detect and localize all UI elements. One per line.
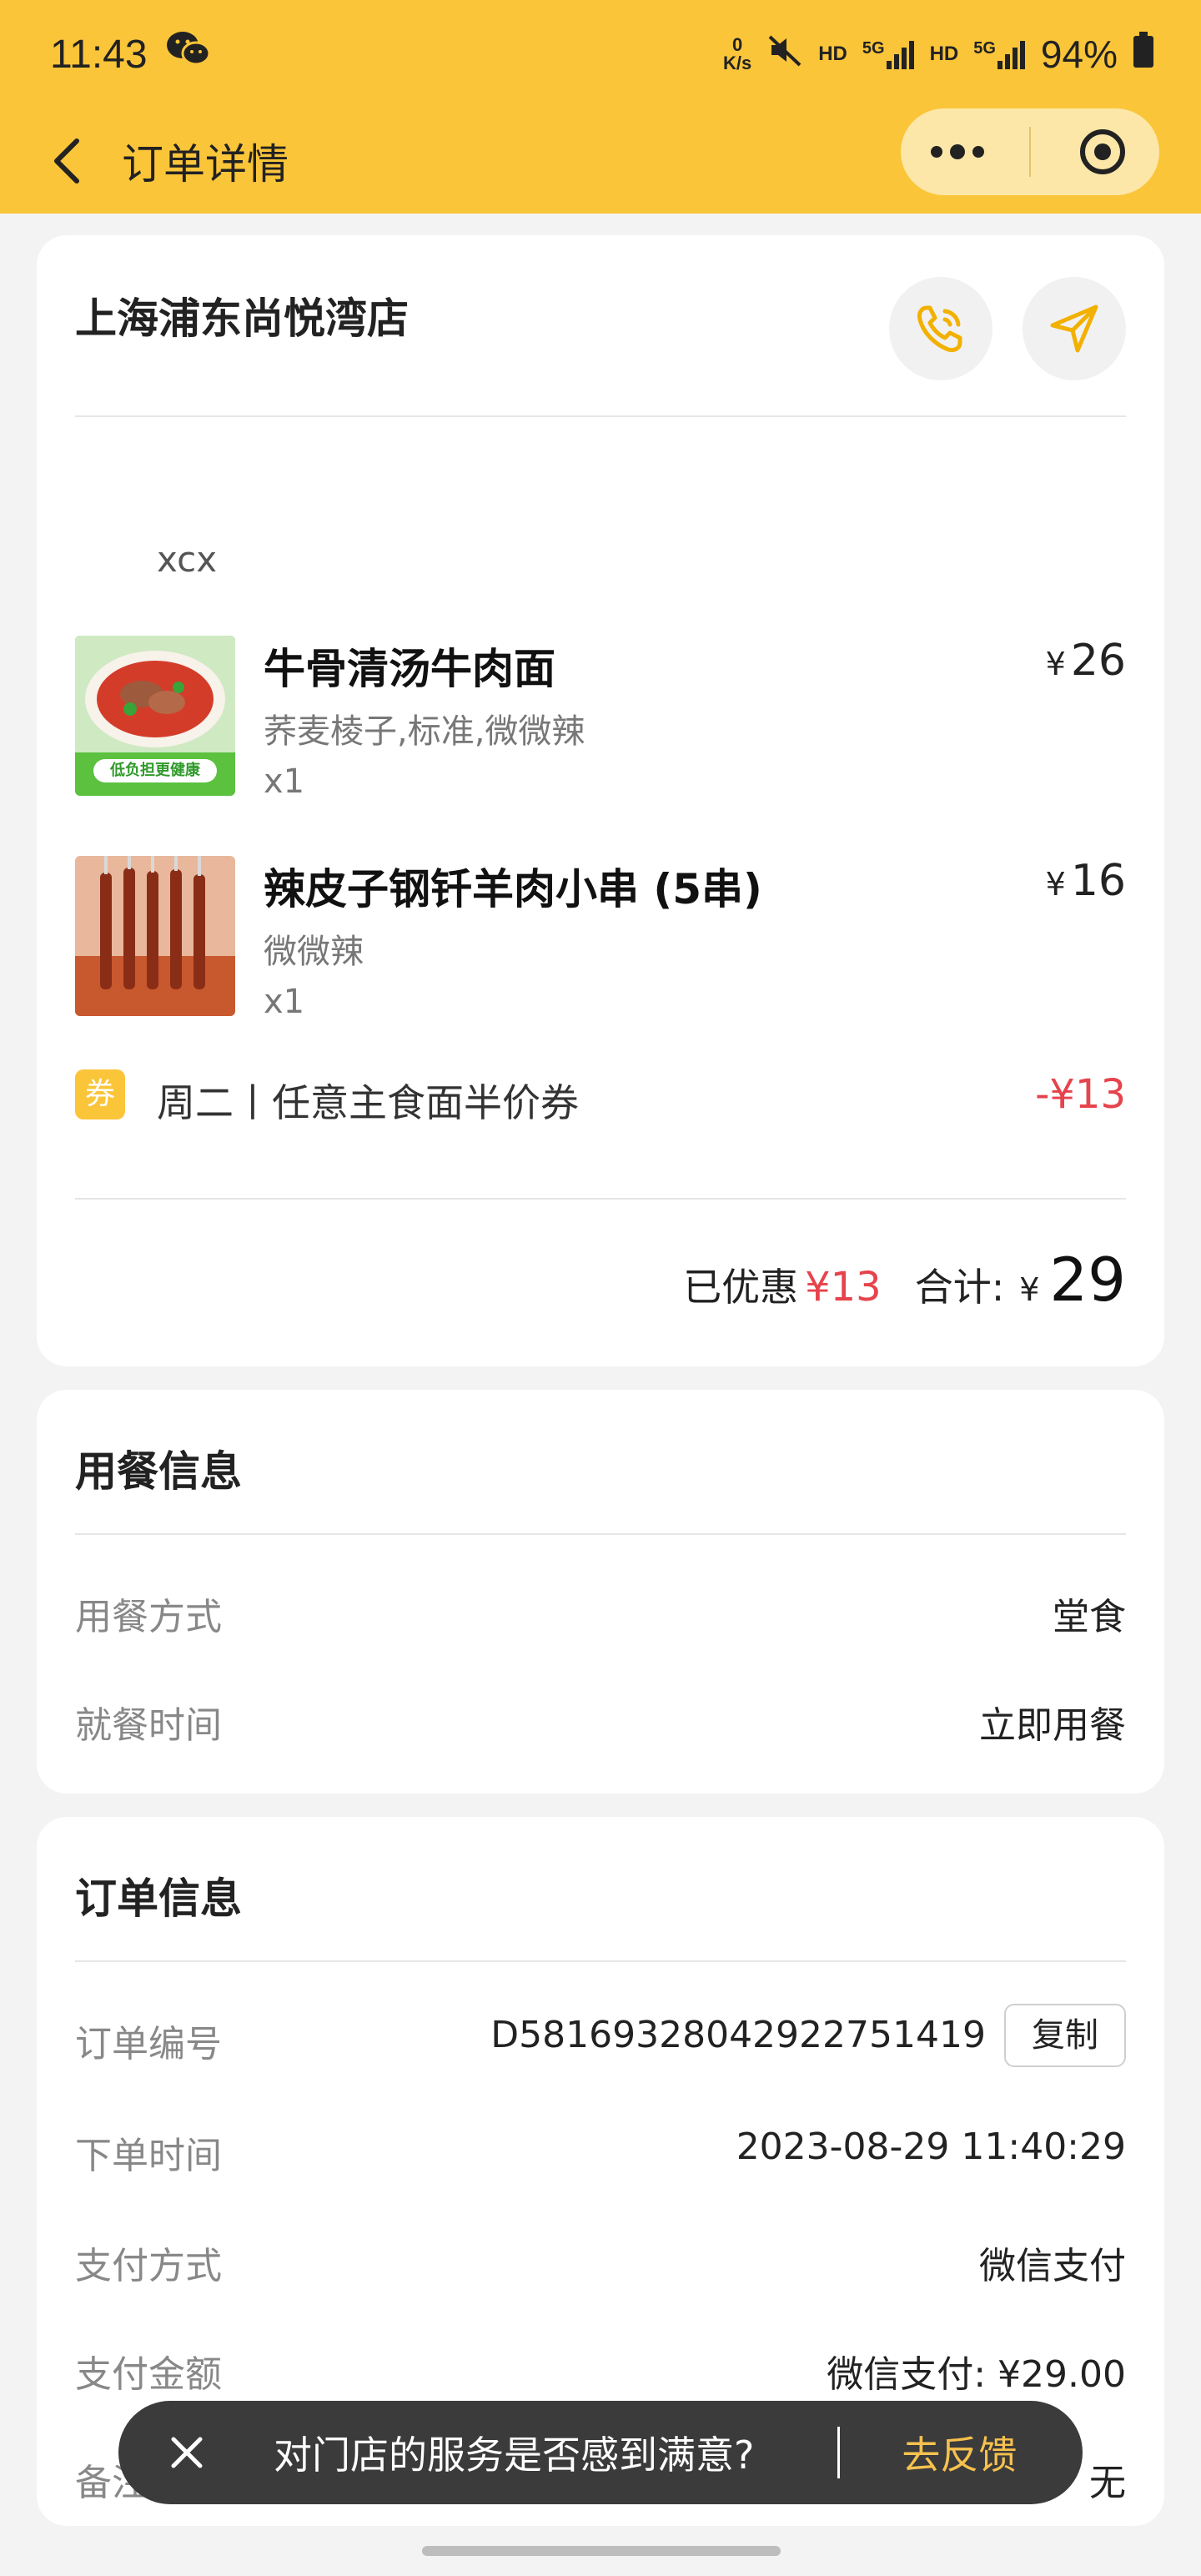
item-name: 牛骨清汤牛肉面: [264, 645, 555, 693]
go-feedback-button[interactable]: 去反馈: [902, 2425, 1017, 2480]
item-thumbnail: [75, 856, 235, 1016]
coupon-name: 周二丨任意主食面半价券: [157, 1080, 579, 1125]
payment-amount-label: 支付金额: [75, 2353, 222, 2396]
chevron-left-icon: [54, 138, 79, 184]
total-label: 合计:: [914, 1265, 1005, 1310]
divider: [75, 1960, 1126, 1962]
total-value: 29: [1049, 1245, 1126, 1315]
thumbnail-caption: 低负担更健康: [110, 762, 200, 779]
navigation-arrow-icon: [1050, 304, 1098, 353]
item-quantity: x1: [264, 762, 305, 801]
payment-method-value: 微信支付: [979, 2245, 1126, 2287]
dining-method-label: 用餐方式: [75, 1596, 222, 1638]
back-button[interactable]: [33, 128, 100, 194]
total-currency: ¥: [1019, 1271, 1040, 1308]
item-name: 辣皮子钢钎羊肉小串 (5串): [264, 865, 762, 913]
order-number-value: D58169328042922751419: [490, 2014, 986, 2056]
close-icon: [171, 2437, 203, 2468]
item-price: ¥16: [1045, 856, 1126, 906]
target-icon: [1080, 129, 1125, 174]
mini-program-capsule: [901, 108, 1159, 195]
store-name: 上海浦东尚悦湾店: [75, 294, 409, 343]
order-number-label: 订单编号: [75, 2023, 222, 2065]
dining-time-label: 就餐时间: [75, 1704, 222, 1747]
more-button[interactable]: [916, 114, 999, 189]
feedback-question: 对门店的服务是否感到满意?: [274, 2433, 755, 2478]
divider: [75, 415, 1126, 417]
divider: [75, 1198, 1126, 1200]
order-time-label: 下单时间: [75, 2135, 222, 2177]
dining-method-value: 堂食: [1053, 1596, 1126, 1638]
payment-amount-value: 微信支付: ¥29.00: [827, 2353, 1126, 2396]
close-mini-program-button[interactable]: [1061, 114, 1144, 189]
item-price: ¥26: [1045, 636, 1126, 686]
discount-value: ¥13: [805, 1264, 882, 1311]
remark-value: 无: [1089, 2462, 1126, 2504]
battery-percent: 94%: [1040, 33, 1118, 76]
hd-badge-2: HD: [929, 43, 959, 65]
status-bar: 11:43 0 K/s HD 5G HD 5G 94%: [0, 0, 1201, 108]
order-item: 低负担更健康 牛骨清汤牛肉面 荞麦棱子,标准,微微辣 x1 ¥26: [75, 636, 1126, 802]
hd-badge-1: HD: [818, 43, 847, 65]
item-spec: 微微辣: [264, 933, 364, 971]
feedback-toast: 对门店的服务是否感到满意? 去反馈: [118, 2401, 1083, 2504]
signal-icon-2: 5G: [973, 39, 1026, 69]
home-indicator[interactable]: [422, 2546, 781, 2556]
item-spec: 荞麦棱子,标准,微微辣: [264, 712, 585, 751]
copy-order-number-button[interactable]: 复制: [1004, 2004, 1126, 2067]
net-speed: 0 K/s: [722, 34, 752, 73]
status-time: 11:43: [50, 32, 148, 77]
discount-label: 已优惠: [683, 1265, 799, 1310]
nav-bar: 订单详情: [0, 108, 1201, 214]
item-thumbnail: 低负担更健康: [75, 636, 235, 796]
order-time-value: 2023-08-29 11:40:29: [736, 2126, 1126, 2168]
capsule-divider: [1029, 127, 1031, 177]
dining-info-card: 用餐信息 用餐方式 堂食 就餐时间 立即用餐: [37, 1390, 1164, 1794]
coupon-badge: 券: [75, 1069, 125, 1119]
signal-icon-1: 5G: [862, 39, 915, 69]
wechat-icon: [166, 30, 211, 78]
coupon-row: 券 周二丨任意主食面半价券 -¥13: [75, 1069, 1126, 1125]
order-item: 辣皮子钢钎羊肉小串 (5串) 微微辣 x1 ¥16: [75, 856, 1126, 1023]
section-title: 订单信息: [75, 1874, 242, 1923]
toast-divider: [837, 2427, 841, 2478]
dining-time-value: 立即用餐: [979, 1704, 1126, 1747]
payment-method-label: 支付方式: [75, 2245, 222, 2287]
item-quantity: x1: [264, 983, 305, 1021]
navigate-button[interactable]: [1023, 277, 1126, 380]
customer-name: xcx: [157, 539, 218, 580]
close-toast-button[interactable]: [145, 2411, 229, 2494]
call-store-button[interactable]: [889, 277, 992, 380]
more-dots-icon: [931, 144, 984, 159]
page-title: 订单详情: [122, 140, 289, 189]
order-card: 上海浦东尚悦湾店 xcx 低负担更健康 牛骨清汤牛肉面 荞麦棱子,标准,微微辣 …: [37, 235, 1164, 1366]
phone-icon: [917, 305, 962, 352]
battery-icon: [1133, 31, 1154, 78]
divider: [75, 1533, 1126, 1535]
coupon-amount: -¥13: [1035, 1071, 1126, 1118]
section-title: 用餐信息: [75, 1447, 242, 1496]
order-totals: 已优惠 ¥13 合计: ¥ 29: [683, 1245, 1126, 1315]
mute-icon: [766, 32, 803, 78]
